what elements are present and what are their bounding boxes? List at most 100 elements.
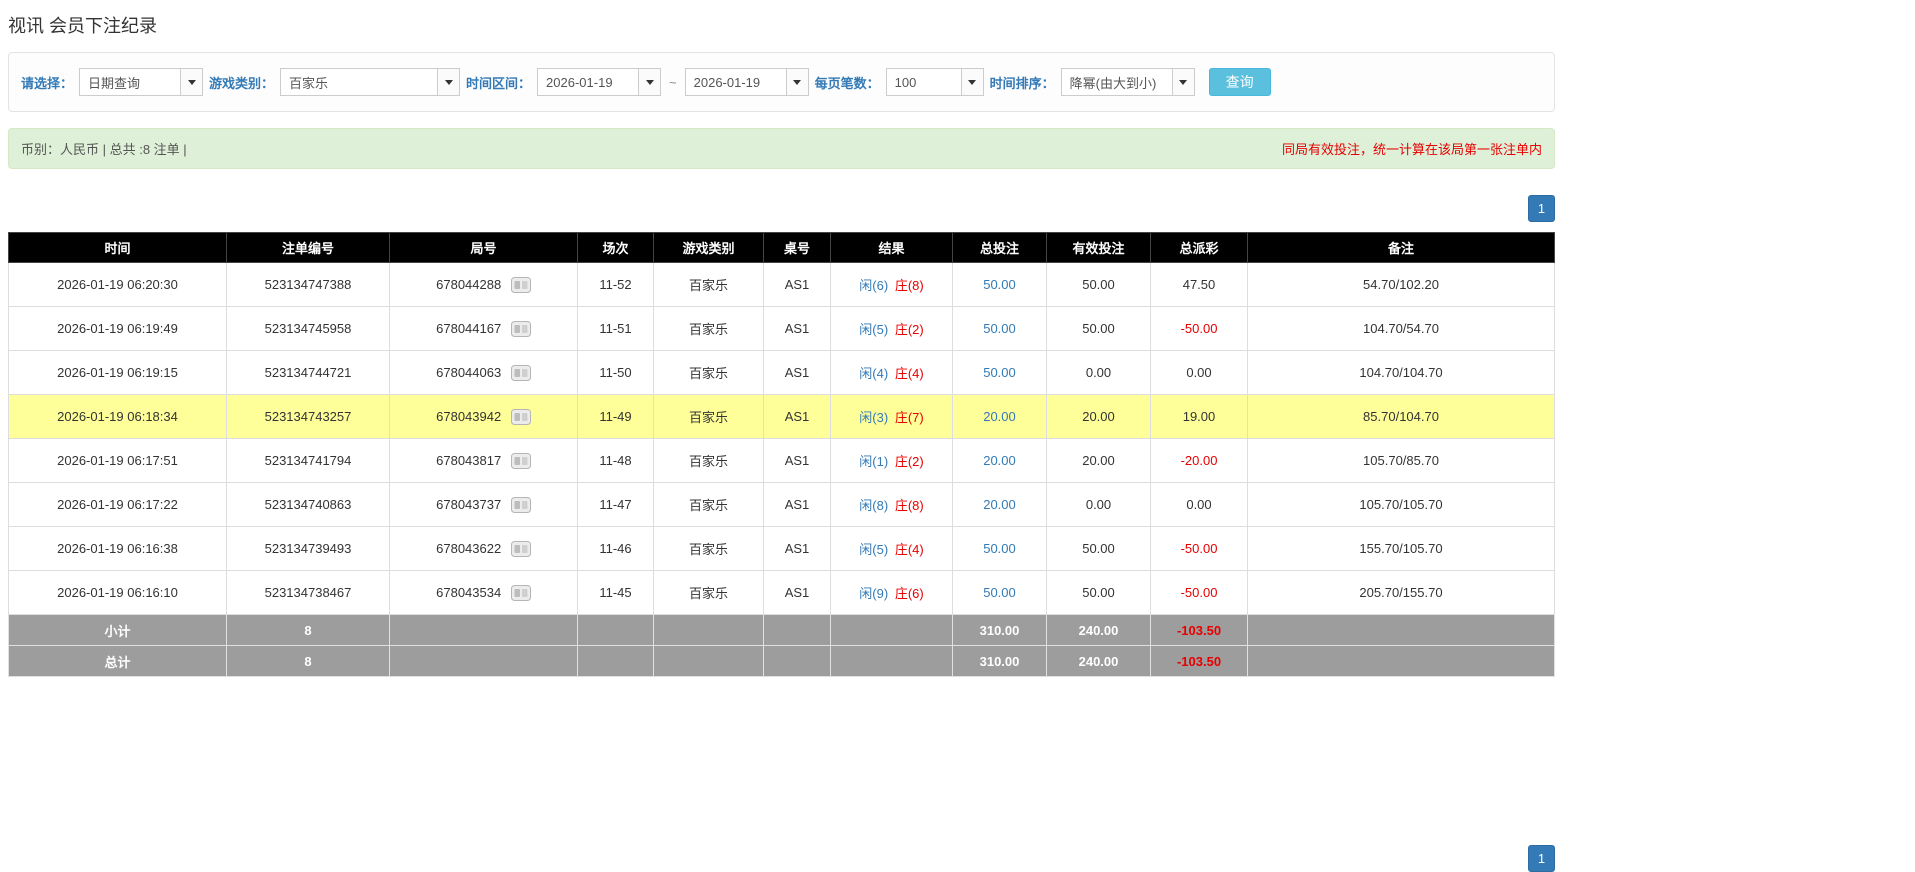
cell-game-type: 百家乐 bbox=[653, 526, 764, 571]
cell-session: 11-47 bbox=[577, 482, 654, 527]
cell-round: 678044288 bbox=[389, 262, 578, 307]
chevron-down-icon bbox=[187, 79, 196, 85]
table-row: 2026-01-19 06:16:38 523134739493 6780436… bbox=[8, 526, 1555, 571]
total-bet-link[interactable]: 50.00 bbox=[983, 321, 1016, 336]
date-to-input[interactable] bbox=[684, 68, 787, 96]
cell-note: 54.70/102.20 bbox=[1247, 262, 1555, 307]
subtotal-total-bet: 310.00 bbox=[952, 614, 1047, 646]
date-to-combobox bbox=[684, 68, 809, 96]
game-type-dropdown-button[interactable] bbox=[437, 68, 461, 96]
game-type-input[interactable] bbox=[280, 68, 439, 96]
cell-valid-bet: 50.00 bbox=[1046, 526, 1151, 571]
page-size-label: 每页笔数： bbox=[814, 75, 880, 91]
query-type-input[interactable] bbox=[79, 68, 182, 96]
col-header-total-bet: 总投注 bbox=[952, 232, 1047, 263]
col-header-table-no: 桌号 bbox=[763, 232, 831, 263]
subtotal-count: 8 bbox=[226, 614, 390, 646]
video-replay-icon[interactable] bbox=[510, 364, 531, 381]
date-to-dropdown-button[interactable] bbox=[785, 68, 809, 96]
cell-note: 205.70/155.70 bbox=[1247, 570, 1555, 615]
cell-total-bet: 50.00 bbox=[952, 350, 1047, 395]
cell-total-bet: 20.00 bbox=[952, 482, 1047, 527]
table-row: 2026-01-19 06:17:51 523134741794 6780438… bbox=[8, 438, 1555, 483]
chevron-down-icon bbox=[1179, 79, 1188, 85]
page-size-input[interactable] bbox=[885, 68, 962, 96]
page-1-button-bottom[interactable]: 1 bbox=[1528, 845, 1555, 872]
result-player: 闲(5) bbox=[859, 542, 889, 557]
cell-session: 11-48 bbox=[577, 438, 654, 483]
round-number: 678043817 bbox=[436, 453, 502, 469]
table-row: 2026-01-19 06:20:30 523134747388 6780442… bbox=[8, 262, 1555, 307]
grand-total-count: 8 bbox=[226, 645, 390, 677]
cell-bet-id: 523134741794 bbox=[226, 438, 390, 483]
cell-note: 105.70/105.70 bbox=[1247, 482, 1555, 527]
video-replay-icon[interactable] bbox=[510, 320, 531, 337]
cell-payout: -50.00 bbox=[1150, 306, 1248, 351]
query-type-combobox bbox=[79, 68, 204, 96]
date-from-combobox bbox=[537, 68, 662, 96]
page-root: 视讯 会员下注纪录 请选择： 游戏类别： 时间区间： ~ 每页笔数： 时间排序： bbox=[8, 12, 1555, 872]
round-number: 678044167 bbox=[436, 321, 502, 337]
round-number: 678043737 bbox=[436, 497, 502, 513]
cell-note: 104.70/54.70 bbox=[1247, 306, 1555, 351]
total-bet-link[interactable]: 20.00 bbox=[983, 497, 1016, 512]
total-bet-link[interactable]: 20.00 bbox=[983, 453, 1016, 468]
cell-time: 2026-01-19 06:19:15 bbox=[8, 350, 227, 395]
video-replay-icon[interactable] bbox=[510, 540, 531, 557]
result-banker: 庄(8) bbox=[894, 278, 924, 293]
date-from-input[interactable] bbox=[537, 68, 640, 96]
video-replay-icon[interactable] bbox=[510, 408, 531, 425]
round-number: 678043942 bbox=[436, 409, 502, 425]
cell-total-bet: 50.00 bbox=[952, 306, 1047, 351]
subtotal-payout: -103.50 bbox=[1150, 614, 1248, 646]
cell-payout: -20.00 bbox=[1150, 438, 1248, 483]
cell-round: 678044063 bbox=[389, 350, 578, 395]
page-size-dropdown-button[interactable] bbox=[960, 68, 984, 96]
cell-bet-id: 523134739493 bbox=[226, 526, 390, 571]
cell-bet-id: 523134740863 bbox=[226, 482, 390, 527]
pagination-bottom: 1 bbox=[8, 845, 1555, 872]
cell-table-no: AS1 bbox=[763, 350, 831, 395]
query-type-dropdown-button[interactable] bbox=[180, 68, 204, 96]
search-button[interactable]: 查询 bbox=[1208, 68, 1271, 96]
cell-bet-id: 523134738467 bbox=[226, 570, 390, 615]
cell-result: 闲(9) 庄(6) bbox=[830, 570, 953, 615]
cell-valid-bet: 0.00 bbox=[1046, 350, 1151, 395]
cell-time: 2026-01-19 06:18:34 bbox=[8, 394, 227, 439]
query-type-label: 请选择： bbox=[21, 75, 74, 91]
currency-total-text: 币别：人民币 | 总共 :8 注单 | bbox=[21, 142, 187, 157]
chevron-down-icon bbox=[968, 79, 977, 85]
cell-result: 闲(8) 庄(8) bbox=[830, 482, 953, 527]
video-replay-icon[interactable] bbox=[510, 452, 531, 469]
total-bet-link[interactable]: 50.00 bbox=[983, 585, 1016, 600]
sort-order-dropdown-button[interactable] bbox=[1171, 68, 1195, 96]
table-row: 2026-01-19 06:19:49 523134745958 6780441… bbox=[8, 306, 1555, 351]
cell-round: 678043942 bbox=[389, 394, 578, 439]
cell-round: 678043622 bbox=[389, 526, 578, 571]
cell-note: 85.70/104.70 bbox=[1247, 394, 1555, 439]
video-replay-icon[interactable] bbox=[510, 584, 531, 601]
cell-bet-id: 523134745958 bbox=[226, 306, 390, 351]
table-row: 2026-01-19 06:16:10 523134738467 6780435… bbox=[8, 570, 1555, 615]
video-replay-icon[interactable] bbox=[510, 276, 531, 293]
result-banker: 庄(4) bbox=[894, 542, 924, 557]
cell-round: 678043534 bbox=[389, 570, 578, 615]
cell-total-bet: 20.00 bbox=[952, 438, 1047, 483]
cell-game-type: 百家乐 bbox=[653, 394, 764, 439]
page-1-button[interactable]: 1 bbox=[1528, 195, 1555, 222]
total-bet-link[interactable]: 50.00 bbox=[983, 365, 1016, 380]
total-bet-link[interactable]: 50.00 bbox=[983, 277, 1016, 292]
cell-session: 11-45 bbox=[577, 570, 654, 615]
cell-payout: 0.00 bbox=[1150, 350, 1248, 395]
total-bet-link[interactable]: 20.00 bbox=[983, 409, 1016, 424]
cell-total-bet: 20.00 bbox=[952, 394, 1047, 439]
table-footer: 小计 8 310.00 240.00 -103.50 总计 8 310.00 2… bbox=[8, 614, 1555, 677]
sort-order-input[interactable] bbox=[1060, 68, 1173, 96]
grand-total-label: 总计 bbox=[8, 645, 227, 677]
video-replay-icon[interactable] bbox=[510, 496, 531, 513]
col-header-bet-id: 注单编号 bbox=[226, 232, 390, 263]
cell-bet-id: 523134743257 bbox=[226, 394, 390, 439]
cell-game-type: 百家乐 bbox=[653, 438, 764, 483]
date-from-dropdown-button[interactable] bbox=[638, 68, 662, 96]
total-bet-link[interactable]: 50.00 bbox=[983, 541, 1016, 556]
